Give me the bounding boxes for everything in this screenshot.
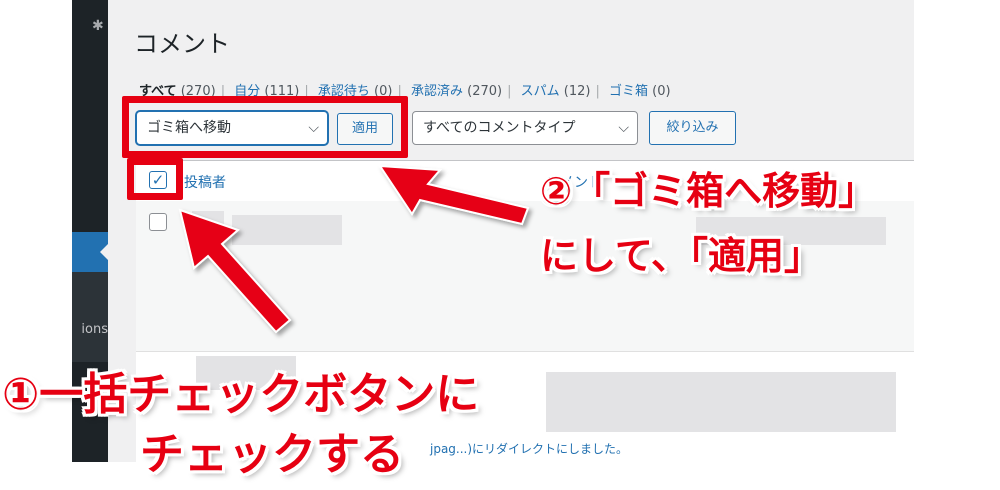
annotation-step2-line1: ②「ゴミ箱へ移動」 (540, 169, 877, 213)
annotation-step2-line2: にして、「適用」 (540, 234, 822, 278)
arrow-to-select-all (178, 208, 292, 334)
annotation-step1-line2: チェックする (140, 429, 404, 480)
arrow-to-bulk-action (378, 164, 530, 226)
annotation-step1-line1: ①一括チェックボタンに (2, 369, 480, 420)
